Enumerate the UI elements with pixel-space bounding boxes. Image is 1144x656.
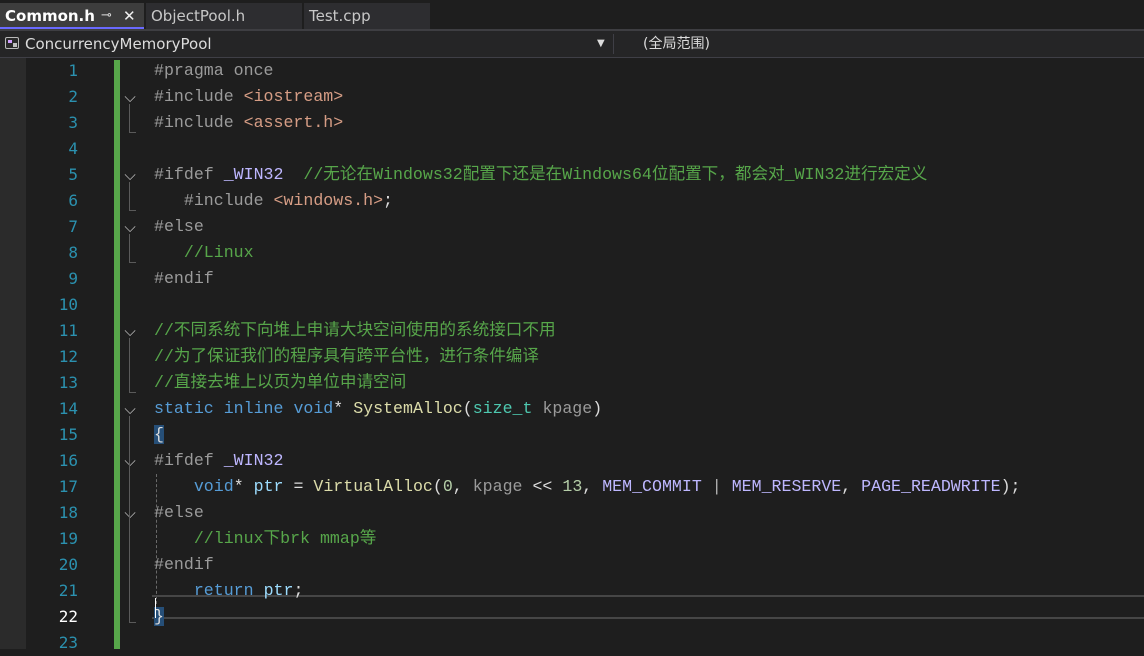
code-line-14: static inline void* SystemAlloc(size_t k…: [154, 399, 603, 418]
outline-guide-end: [129, 132, 136, 133]
code-line-13: //直接去堆上以页为单位申请空间: [154, 373, 407, 392]
chevron-down-icon[interactable]: ⌵: [123, 84, 137, 110]
code-line-8: //Linux: [154, 243, 254, 262]
line-number: 12: [58, 347, 78, 366]
outline-guide: [129, 338, 130, 392]
tab-objectpool-h[interactable]: ObjectPool.h: [146, 3, 302, 29]
code-line-20: #endif: [154, 555, 214, 574]
code-line-16: #ifdef _WIN32: [154, 451, 284, 470]
line-number-current: 22: [58, 607, 78, 626]
chevron-down-icon[interactable]: ⌵: [123, 448, 137, 474]
line-number: 6: [68, 191, 78, 210]
member-scope-dropdown[interactable]: (全局范围): [643, 31, 710, 57]
code-line-12: //为了保证我们的程序具有跨平台性，进行条件编译: [154, 347, 539, 366]
code-editor[interactable]: 1 2 3 4 5 6 7 8 9 10 11 12 13 14 15 16 1…: [0, 58, 1144, 652]
line-number: 4: [68, 139, 78, 158]
code-line-2: #include <iostream>: [154, 87, 344, 106]
code-line-15: {: [154, 425, 164, 444]
code-line-3: #include <assert.h>: [154, 113, 344, 132]
line-number: 19: [58, 529, 78, 548]
line-number: 3: [68, 113, 78, 132]
line-number: 11: [58, 321, 78, 340]
tab-common-h[interactable]: Common.h ⊸ ✕: [0, 3, 144, 29]
line-number: 15: [58, 425, 78, 444]
document-tab-bar: Common.h ⊸ ✕ ObjectPool.h Test.cpp: [0, 0, 1144, 31]
chevron-down-icon[interactable]: ⌵: [123, 162, 137, 188]
line-number: 8: [68, 243, 78, 262]
line-number: 21: [58, 581, 78, 600]
code-line-6: #include <windows.h>;: [183, 191, 394, 210]
change-tracking-bar: [114, 60, 120, 649]
tab-label: Test.cpp: [309, 7, 371, 25]
chevron-down-icon[interactable]: ▼: [597, 31, 605, 57]
line-number: 13: [58, 373, 78, 392]
line-number: 18: [58, 503, 78, 522]
code-line-19: //linux下brk mmap等: [193, 529, 377, 548]
line-number: 20: [58, 555, 78, 574]
nav-divider: [613, 34, 614, 54]
outline-guide: [129, 234, 130, 262]
tab-test-cpp[interactable]: Test.cpp: [304, 3, 430, 29]
close-icon[interactable]: ✕: [123, 3, 136, 29]
chevron-down-icon[interactable]: ⌵: [123, 318, 137, 344]
outline-guide-end: [129, 622, 136, 623]
line-number: 1: [68, 61, 78, 80]
line-number: 14: [58, 399, 78, 418]
tab-label: Common.h: [5, 7, 95, 25]
chevron-down-icon[interactable]: ⌵: [123, 396, 137, 422]
project-icon: [5, 37, 19, 49]
outline-guide-end: [129, 392, 136, 393]
pin-icon[interactable]: ⊸: [101, 3, 112, 29]
tab-label: ObjectPool.h: [151, 7, 246, 25]
line-number: 2: [68, 87, 78, 106]
line-number: 16: [58, 451, 78, 470]
line-number: 23: [58, 633, 78, 652]
code-line-7: #else: [154, 217, 204, 236]
text-caret: [155, 598, 156, 618]
code-line-18: #else: [154, 503, 204, 522]
code-line-21: return ptr;: [193, 581, 304, 600]
project-scope-dropdown[interactable]: ConcurrencyMemoryPool: [25, 31, 212, 57]
outline-guide-end: [129, 262, 136, 263]
line-number: 17: [58, 477, 78, 496]
chevron-down-icon[interactable]: ⌵: [123, 500, 137, 526]
outline-guide-end: [129, 210, 136, 211]
code-line-17: void* ptr = VirtualAlloc(0, kpage << 13,…: [193, 477, 1021, 496]
code-line-9: #endif: [154, 269, 214, 288]
line-number: 7: [68, 217, 78, 236]
outline-guide: [129, 104, 130, 132]
code-line-1: #pragma once: [154, 61, 274, 80]
outline-guide: [129, 182, 130, 210]
code-line-11: //不同系统下向堆上申请大块空间使用的系统接口不用: [154, 321, 556, 340]
glyph-margin: [0, 58, 26, 649]
line-number: 9: [68, 269, 78, 288]
line-number: 10: [58, 295, 78, 314]
navigation-bar: ConcurrencyMemoryPool ▼ (全局范围): [0, 31, 1144, 58]
line-number: 5: [68, 165, 78, 184]
chevron-down-icon[interactable]: ⌵: [123, 214, 137, 240]
code-line-5: #ifdef _WIN32 //无论在Windows32配置下还是在Window…: [154, 165, 928, 184]
outline-guide: [129, 416, 130, 622]
